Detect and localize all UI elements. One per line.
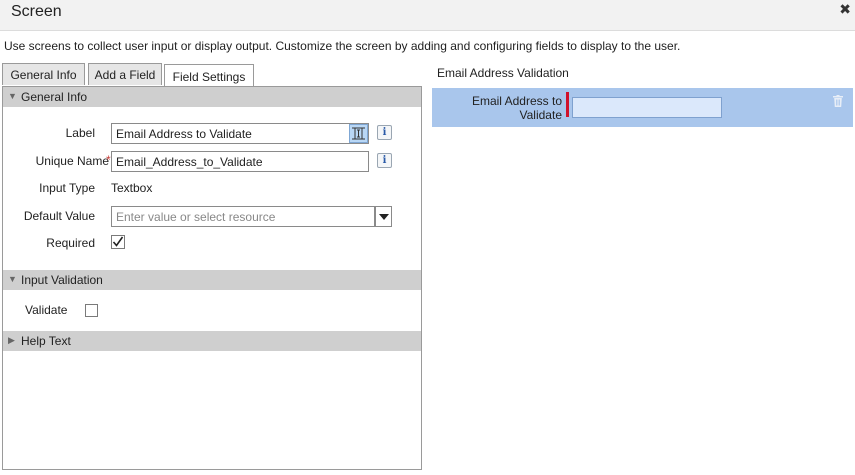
tab-field-settings[interactable]: Field Settings — [164, 64, 254, 88]
section-title: General Info — [21, 90, 88, 104]
unique-name-label: Unique Name — [35, 154, 109, 168]
info-icon[interactable]: i — [377, 153, 392, 168]
required-asterisk: * — [106, 153, 111, 167]
help-text-section-header[interactable]: ▶ Help Text — [3, 331, 421, 351]
input-type-value: Textbox — [111, 181, 153, 195]
validate-label: Validate — [25, 303, 68, 317]
preview-textbox[interactable] — [572, 97, 722, 118]
general-info-section-header[interactable]: ▼ General Info — [3, 87, 421, 107]
unique-name-input[interactable] — [111, 151, 369, 172]
close-icon[interactable]: ✖ — [839, 1, 851, 18]
input-validation-section-header[interactable]: ▼ Input Validation — [3, 270, 421, 290]
default-value-input[interactable] — [111, 206, 375, 227]
field-settings-panel: ▼ General Info Label i Unique Name * i I… — [2, 86, 422, 470]
chevron-down-icon[interactable] — [375, 206, 392, 227]
validate-checkbox[interactable] — [85, 304, 98, 317]
preview-field-row[interactable]: Email Address to Validate — [432, 88, 853, 127]
trash-icon[interactable] — [833, 95, 843, 107]
tab-add-a-field[interactable]: Add a Field — [88, 63, 162, 85]
tab-label: Field Settings — [172, 70, 246, 84]
required-label: Required — [46, 236, 95, 250]
required-checkbox[interactable] — [111, 235, 125, 249]
info-icon[interactable]: i — [377, 125, 392, 140]
resource-picker-icon[interactable] — [349, 124, 368, 143]
section-title: Help Text — [21, 334, 71, 348]
required-indicator — [566, 92, 569, 117]
tab-general-info[interactable]: General Info — [2, 63, 85, 85]
input-type-label: Input Type — [39, 181, 95, 195]
label-field-label: Label — [65, 126, 95, 140]
preview-title: Email Address Validation — [437, 66, 569, 80]
default-value-label: Default Value — [23, 209, 95, 223]
expand-triangle-icon: ▶ — [8, 335, 15, 345]
preview-field-label: Email Address to Validate — [471, 94, 562, 122]
instructions-text: Use screens to collect user input or dis… — [4, 39, 681, 53]
tab-label: General Info — [10, 68, 77, 82]
tab-label: Add a Field — [94, 68, 156, 82]
collapse-triangle-icon: ▼ — [8, 91, 17, 101]
label-input[interactable] — [111, 123, 369, 144]
dialog-title-bar: Screen ✖ — [0, 0, 855, 31]
checkmark-icon — [111, 235, 125, 249]
dialog-title: Screen — [11, 3, 62, 20]
section-title: Input Validation — [21, 273, 103, 287]
collapse-triangle-icon: ▼ — [8, 274, 17, 284]
